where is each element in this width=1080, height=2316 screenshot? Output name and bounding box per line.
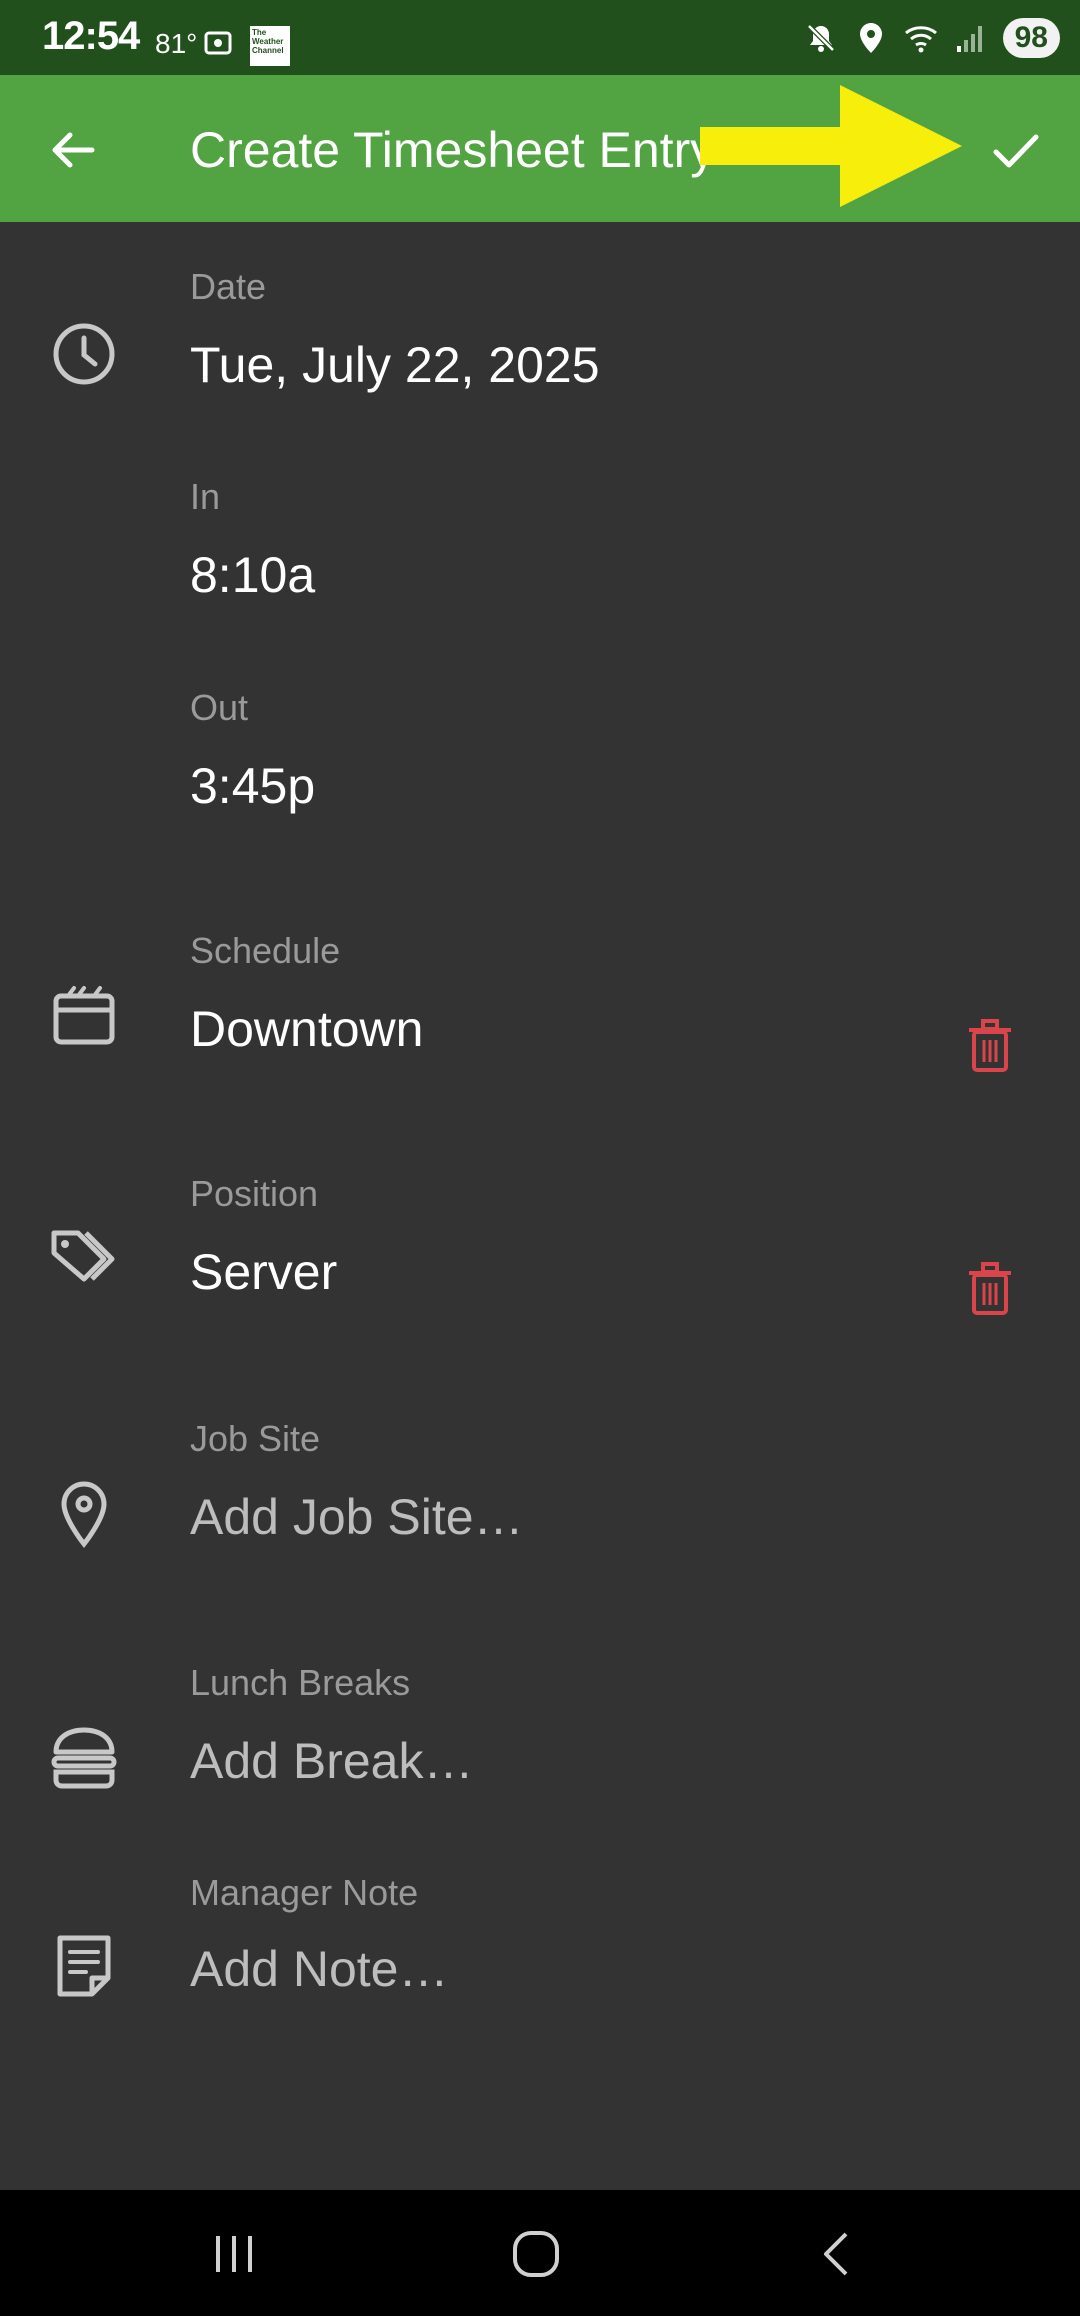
status-icons: 98 bbox=[803, 14, 1060, 62]
job-site-placeholder[interactable]: Add Job Site… bbox=[190, 1488, 524, 1546]
app-bar: Create Timesheet Entry bbox=[0, 75, 1080, 222]
position-value[interactable]: Server bbox=[190, 1243, 337, 1301]
system-nav-bar bbox=[0, 2190, 1080, 2316]
check-icon[interactable] bbox=[990, 125, 1042, 177]
in-value[interactable]: 8:10a bbox=[190, 546, 315, 604]
recent-apps-icon[interactable] bbox=[208, 2228, 260, 2280]
job-site-label: Job Site bbox=[190, 1418, 321, 1459]
mute-icon bbox=[806, 24, 835, 52]
page-title: Create Timesheet Entry bbox=[190, 122, 716, 178]
date-row[interactable]: Date Tue, July 22, 2025 bbox=[0, 222, 1080, 432]
status-temperature: 81° bbox=[155, 28, 198, 59]
note-icon bbox=[57, 1935, 111, 1997]
lunch-breaks-placeholder[interactable]: Add Break… bbox=[190, 1732, 473, 1790]
in-row[interactable]: In 8:10a bbox=[0, 432, 1080, 642]
schedule-label: Schedule bbox=[190, 930, 341, 971]
position-label: Position bbox=[190, 1173, 319, 1214]
date-label: Date bbox=[190, 266, 267, 307]
location-icon bbox=[859, 23, 882, 53]
status-time: 12:54 bbox=[42, 14, 140, 58]
back-icon[interactable] bbox=[812, 2228, 864, 2280]
arrow-left-icon[interactable] bbox=[48, 125, 98, 175]
location-pin-icon bbox=[61, 1481, 107, 1549]
trash-icon[interactable] bbox=[966, 1261, 1014, 1317]
trash-icon[interactable] bbox=[966, 1018, 1014, 1074]
clock-icon bbox=[53, 323, 115, 385]
out-value[interactable]: 3:45p bbox=[190, 757, 315, 815]
in-label: In bbox=[190, 476, 221, 517]
home-icon[interactable] bbox=[510, 2228, 562, 2280]
status-bar: 12:54 81° The Weather Channel 98 bbox=[0, 0, 1080, 75]
yellow-arrow-icon bbox=[700, 85, 962, 207]
burger-icon bbox=[51, 1727, 117, 1789]
position-row[interactable]: Position Server bbox=[0, 1131, 1080, 1361]
lunch-breaks-label: Lunch Breaks bbox=[190, 1662, 411, 1703]
wifi-icon bbox=[904, 26, 937, 53]
schedule-value[interactable]: Downtown bbox=[190, 1000, 423, 1058]
calendar-icon bbox=[53, 986, 115, 1045]
lunch-breaks-row[interactable]: Lunch Breaks Add Break… bbox=[0, 1618, 1080, 1848]
battery-icon: 98 bbox=[1002, 18, 1060, 58]
schedule-row[interactable]: Schedule Downtown bbox=[0, 888, 1080, 1118]
tags-icon bbox=[51, 1230, 115, 1282]
date-value[interactable]: Tue, July 22, 2025 bbox=[190, 336, 600, 394]
manager-note-label: Manager Note bbox=[190, 1872, 419, 1913]
weather-channel-icon: The Weather Channel bbox=[250, 26, 290, 66]
out-label: Out bbox=[190, 687, 249, 728]
signal-icon bbox=[956, 26, 982, 52]
out-row[interactable]: Out 3:45p bbox=[0, 643, 1080, 853]
job-site-row[interactable]: Job Site Add Job Site… bbox=[0, 1374, 1080, 1604]
manager-note-row[interactable]: Manager Note Add Note… bbox=[0, 1862, 1080, 2082]
manager-note-placeholder[interactable]: Add Note… bbox=[190, 1940, 448, 1998]
gallery-icon bbox=[204, 31, 232, 55]
weather-channel-text: The Weather Channel bbox=[252, 28, 284, 55]
